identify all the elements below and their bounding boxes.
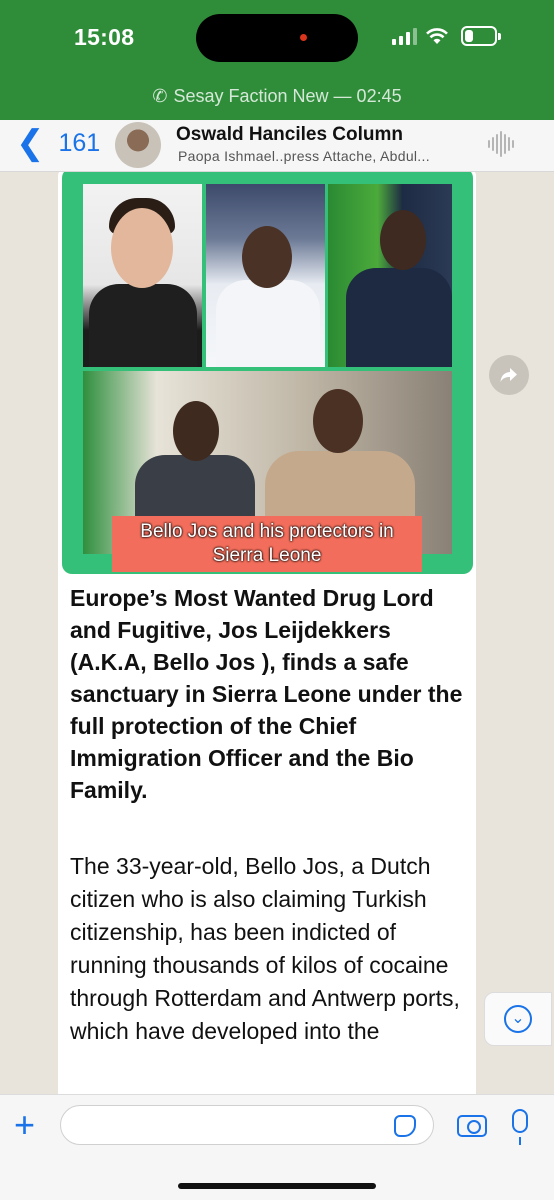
message-input-bar: +: [0, 1094, 554, 1200]
dynamic-island: [196, 14, 358, 62]
status-icons: [392, 26, 501, 46]
home-indicator: [178, 1183, 376, 1189]
forward-arrow-icon: [500, 368, 517, 382]
message-bubble[interactable]: Bello Jos and his protectors in Sierra L…: [58, 172, 476, 1094]
image-caption: Bello Jos and his protectors in Sierra L…: [112, 516, 422, 572]
chevron-down-icon: ⌄: [504, 1005, 532, 1033]
cellular-signal-icon: [392, 27, 417, 45]
chat-participants[interactable]: Paopa Ishmael..press Attache, Abdul...: [178, 148, 430, 164]
message-headline: Europe’s Most Wanted Drug Lord and Fugit…: [70, 585, 463, 803]
photo-young-man: [83, 184, 202, 367]
avatar[interactable]: [115, 122, 161, 168]
chat-header: ❮ 161 Oswald Hanciles Column Paopa Ishma…: [0, 120, 554, 172]
scroll-to-bottom-button[interactable]: ⌄: [484, 992, 552, 1046]
photo-man-green-curtain: [328, 184, 452, 367]
audio-call-icon[interactable]: [488, 130, 514, 158]
back-button[interactable]: ❮ 161: [16, 124, 101, 162]
phone-icon: ✆: [152, 86, 168, 106]
status-bar: 15:08 ✆ Sesay Faction New — 02:45: [0, 0, 554, 120]
attach-plus-button[interactable]: +: [14, 1107, 35, 1143]
forward-button[interactable]: [489, 355, 529, 395]
recording-indicator: [300, 34, 307, 41]
chat-body[interactable]: Bello Jos and his protectors in Sierra L…: [0, 172, 554, 1094]
message-body-text: The 33-year-old, Bello Jos, a Dutch citi…: [70, 853, 460, 1044]
chevron-left-icon: ❮: [16, 124, 45, 162]
message-image[interactable]: Bello Jos and his protectors in Sierra L…: [62, 172, 473, 574]
unread-count: 161: [58, 128, 101, 157]
chat-title[interactable]: Oswald Hanciles Column: [176, 124, 403, 146]
wifi-icon: [426, 28, 448, 44]
photo-man-white-robe: [206, 184, 325, 367]
microphone-icon[interactable]: [512, 1109, 528, 1145]
status-time: 15:08: [74, 24, 135, 50]
call-banner-text: Sesay Faction New — 02:45: [173, 86, 402, 106]
message-input[interactable]: [60, 1105, 434, 1145]
battery-level: [465, 30, 473, 42]
battery-icon: [461, 26, 501, 46]
camera-icon[interactable]: [457, 1115, 487, 1137]
ongoing-call-banner[interactable]: ✆ Sesay Faction New — 02:45: [0, 86, 554, 107]
